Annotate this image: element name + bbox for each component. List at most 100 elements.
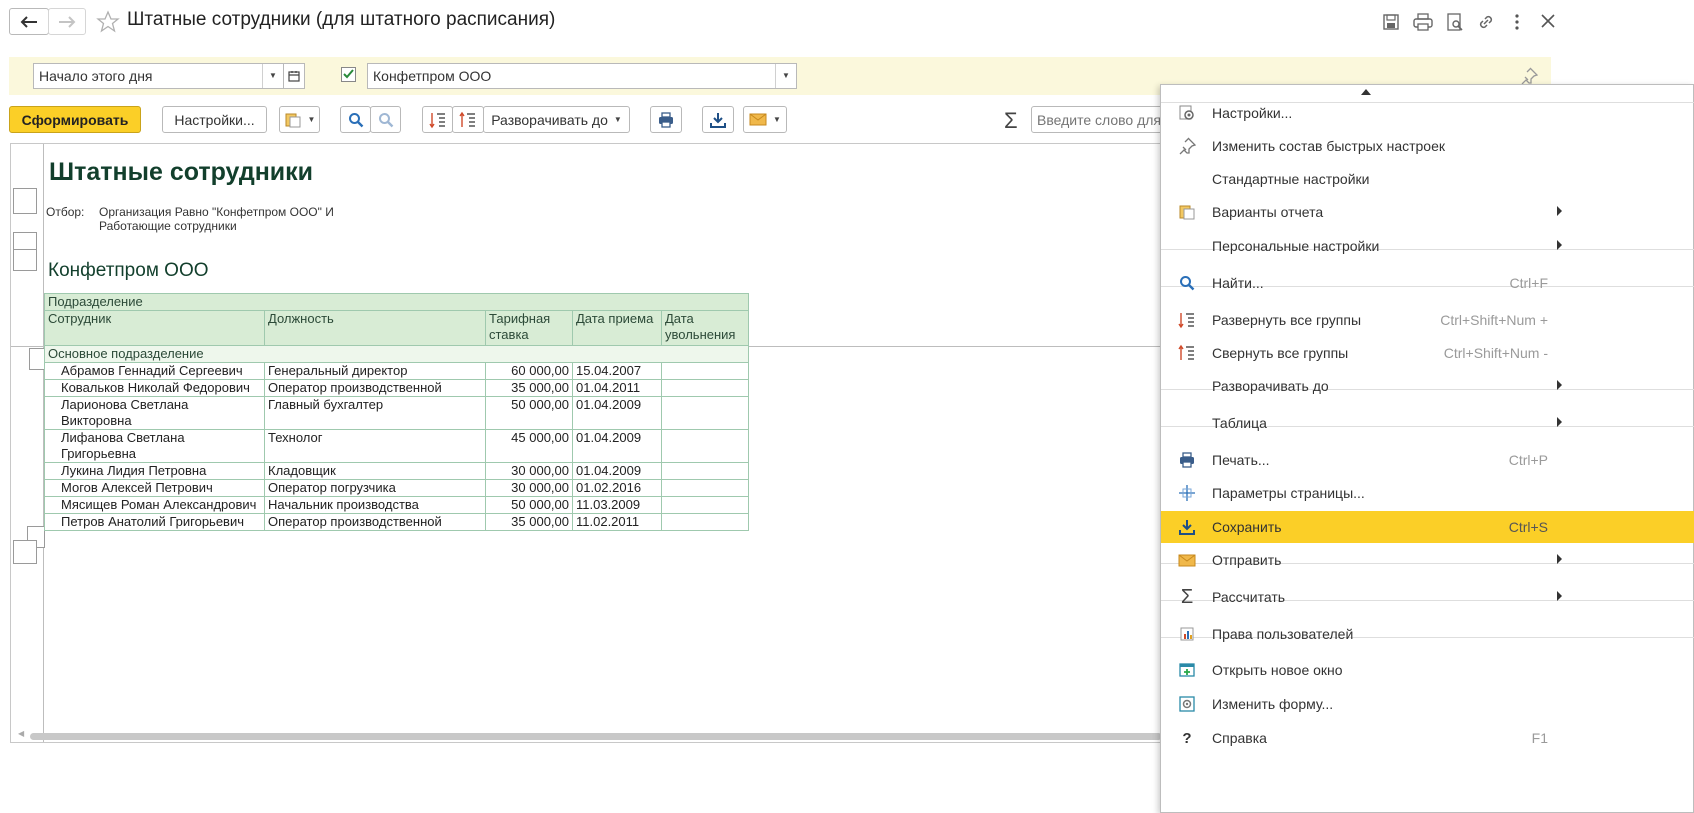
forward-button[interactable] (48, 8, 86, 35)
menu-item[interactable]: ? Справка F1 (1161, 722, 1694, 754)
group-marker-icon[interactable] (13, 540, 37, 564)
menu-item[interactable]: Параметры страницы... (1161, 477, 1694, 509)
cell-position[interactable]: Кладовщик (264, 462, 486, 480)
print-button[interactable] (650, 106, 682, 133)
cell-position[interactable]: Оператор производственной (264, 379, 486, 397)
cell-dismiss-date[interactable] (661, 496, 749, 514)
cell-rate[interactable]: 30 000,00 (485, 479, 573, 497)
menu-item[interactable]: Варианты отчета (1161, 196, 1694, 228)
cell-position[interactable]: Главный бухгалтер (264, 396, 486, 430)
cell-rate[interactable]: 50 000,00 (485, 496, 573, 514)
cell-rate[interactable]: 50 000,00 (485, 396, 573, 430)
table-row[interactable]: Мясищев Роман Александрович Начальник про… (44, 496, 749, 514)
menu-item[interactable]: Свернуть все группы Ctrl+Shift+Num - (1161, 337, 1694, 369)
cell-employee[interactable]: Могов Алексей Петрович (44, 479, 265, 497)
table-row[interactable]: Ларионова Светлана Викторовна Главный бух… (44, 396, 749, 430)
save-file-button[interactable] (702, 106, 734, 133)
cell-dismiss-date[interactable] (661, 396, 749, 430)
cell-hire-date[interactable]: 15.04.2007 (572, 362, 662, 380)
menu-item[interactable]: Таблица (1161, 407, 1694, 439)
cell-dismiss-date[interactable] (661, 429, 749, 463)
chevron-down-icon[interactable]: ▼ (775, 64, 796, 88)
link-icon[interactable] (1477, 13, 1495, 34)
group-marker-icon[interactable] (13, 188, 37, 214)
report-spreadsheet[interactable]: Штатные сотрудники Отбор: Организация Ра… (10, 143, 1170, 743)
favorite-star-icon[interactable] (96, 10, 120, 37)
more-menu-icon[interactable] (1512, 13, 1522, 34)
settings-button[interactable]: Настройки... (162, 106, 267, 133)
table-row[interactable]: Лифанова Светлана Григорьевна Технолог 45 … (44, 429, 749, 463)
send-button[interactable]: ▼ (743, 106, 787, 133)
organization-select[interactable]: Конфетпром ООО ▼ (367, 63, 797, 89)
cell-employee[interactable]: Ларионова Светлана Викторовна (44, 396, 265, 430)
cell-rate[interactable]: 45 000,00 (485, 429, 573, 463)
cell-hire-date[interactable]: 01.04.2009 (572, 396, 662, 430)
cell-employee[interactable]: Ковальков Николай Федорович (44, 379, 265, 397)
cell-position[interactable]: Оператор производственной (264, 513, 486, 531)
menu-item[interactable]: Отправить (1161, 544, 1694, 576)
generate-button[interactable]: Сформировать (9, 106, 141, 133)
cell-rate[interactable]: 35 000,00 (485, 513, 573, 531)
menu-item[interactable]: Стандартные настройки (1161, 163, 1694, 195)
report-variants-button[interactable]: ▼ (279, 106, 320, 133)
calendar-button[interactable] (283, 63, 305, 89)
menu-item[interactable]: Изменить состав быстрых настроек (1161, 130, 1694, 162)
group-marker-icon[interactable] (13, 249, 37, 271)
menu-scroll-up-icon[interactable] (1361, 89, 1371, 95)
back-button[interactable] (9, 8, 49, 35)
chevron-down-icon[interactable]: ▼ (262, 64, 283, 88)
menu-item[interactable]: Σ Рассчитать (1161, 581, 1694, 613)
close-icon[interactable] (1541, 14, 1555, 31)
menu-item[interactable]: Печать... Ctrl+P (1161, 444, 1694, 476)
print-icon[interactable] (1413, 13, 1433, 34)
cell-position[interactable]: Генеральный директор (264, 362, 486, 380)
find-button[interactable] (340, 106, 371, 133)
cell-employee[interactable]: Мясищев Роман Александрович (44, 496, 265, 514)
search-input[interactable] (1031, 106, 1166, 133)
cell-hire-date[interactable]: 11.02.2011 (572, 513, 662, 531)
horizontal-scrollbar[interactable] (30, 733, 1162, 740)
cell-rate[interactable]: 30 000,00 (485, 462, 573, 480)
table-row[interactable]: Петров Анатолий Григорьевич Оператор прои… (44, 513, 749, 531)
cell-position[interactable]: Начальник производства (264, 496, 486, 514)
table-row[interactable]: Лукина Лидия Петровна Кладовщик 30 000,00 0… (44, 462, 749, 480)
sigma-icon[interactable]: Σ (1004, 108, 1018, 134)
cell-position[interactable]: Оператор погрузчика (264, 479, 486, 497)
group-row[interactable]: Основное подразделение (44, 345, 749, 363)
cell-dismiss-date[interactable] (661, 379, 749, 397)
cell-position[interactable]: Технолог (264, 429, 486, 463)
cell-employee[interactable]: Абрамов Геннадий Сергеевич (44, 362, 265, 380)
cell-employee[interactable]: Лифанова Светлана Григорьевна (44, 429, 265, 463)
cell-hire-date[interactable]: 01.04.2009 (572, 429, 662, 463)
cell-hire-date[interactable]: 01.02.2016 (572, 479, 662, 497)
period-select[interactable]: Начало этого дня ▼ (33, 63, 284, 89)
menu-item[interactable]: Настройки... (1161, 97, 1694, 129)
save-icon[interactable] (1382, 13, 1400, 34)
expand-to-button[interactable]: Разворачивать до ▼ (483, 106, 630, 133)
cell-employee[interactable]: Петров Анатолий Григорьевич (44, 513, 265, 531)
cell-dismiss-date[interactable] (661, 513, 749, 531)
preview-icon[interactable] (1446, 13, 1464, 34)
table-row[interactable]: Могов Алексей Петрович Оператор погрузчик… (44, 479, 749, 497)
menu-item[interactable]: Сохранить Ctrl+S (1161, 511, 1694, 543)
menu-item[interactable]: Развернуть все группы Ctrl+Shift+Num + (1161, 304, 1694, 336)
table-row[interactable]: Ковальков Николай Федорович Оператор прои… (44, 379, 749, 397)
table-row[interactable]: Абрамов Геннадий Сергеевич Генеральный ди… (44, 362, 749, 380)
collapse-all-button[interactable] (452, 106, 484, 133)
menu-item[interactable]: Открыть новое окно (1161, 654, 1694, 686)
menu-item[interactable]: Найти... Ctrl+F (1161, 267, 1694, 299)
cell-dismiss-date[interactable] (661, 462, 749, 480)
expand-all-button[interactable] (422, 106, 453, 133)
cell-employee[interactable]: Лукина Лидия Петровна (44, 462, 265, 480)
menu-item[interactable]: Разворачивать до (1161, 370, 1694, 402)
menu-item[interactable]: Персональные настройки (1161, 230, 1694, 262)
menu-item[interactable]: Права пользователей (1161, 618, 1694, 650)
find-next-button[interactable] (370, 106, 401, 133)
cell-rate[interactable]: 60 000,00 (485, 362, 573, 380)
scroll-left-arrow-icon[interactable]: ◀ (18, 729, 24, 738)
cell-dismiss-date[interactable] (661, 479, 749, 497)
cell-hire-date[interactable]: 11.03.2009 (572, 496, 662, 514)
cell-hire-date[interactable]: 01.04.2011 (572, 379, 662, 397)
cell-dismiss-date[interactable] (661, 362, 749, 380)
group-marker-icon[interactable] (29, 348, 45, 370)
